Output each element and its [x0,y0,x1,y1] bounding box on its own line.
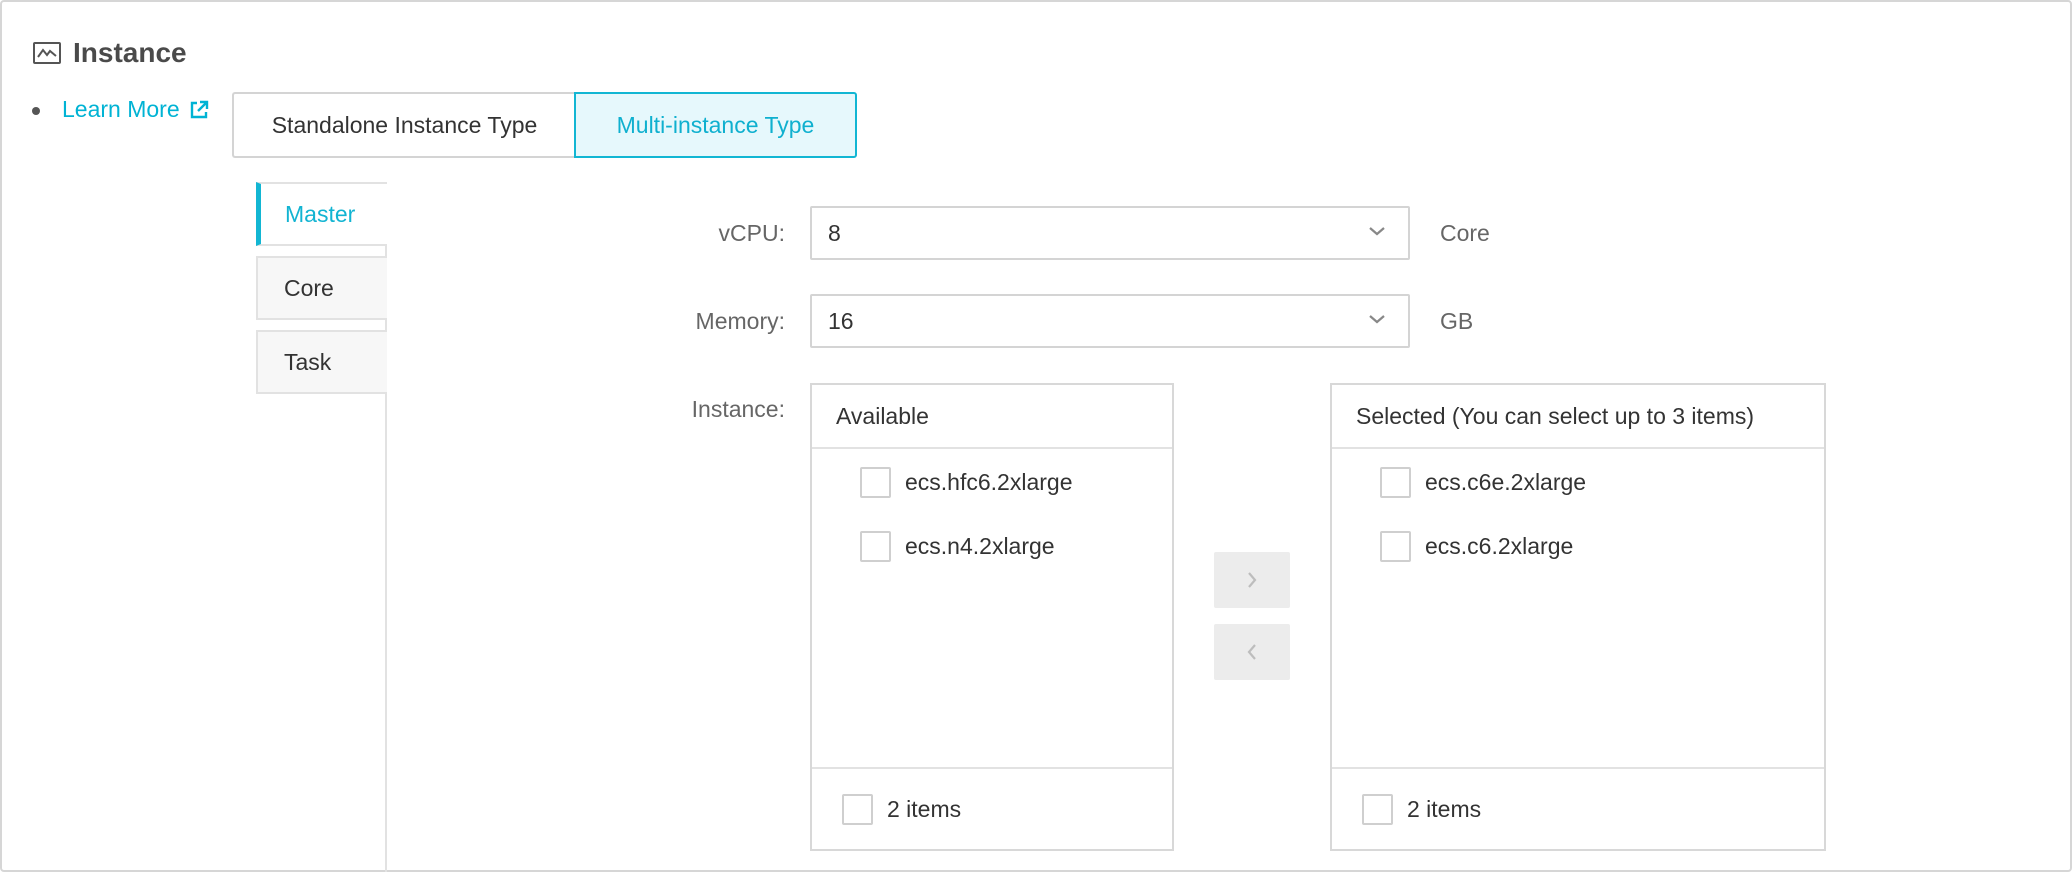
available-list-panel: Available ecs.hfc6.2xlarge ecs.n4.2xlarg… [810,383,1174,851]
tab-task[interactable]: Task [256,330,387,394]
available-list-footer: 2 items [812,767,1172,849]
memory-unit: GB [1440,308,1474,334]
selected-list-panel: Selected (You can select up to 3 items) … [1330,383,1826,851]
item-checkbox[interactable] [860,466,891,498]
vcpu-label: vCPU: [718,220,785,246]
bullet-dot [32,107,40,115]
external-link-icon [190,100,208,118]
memory-select[interactable]: 16 [810,294,1410,348]
learn-more-link[interactable]: Learn More [62,96,210,123]
monitor-chart-icon [33,42,61,64]
tab-core[interactable]: Core [256,256,387,320]
available-count: 2 items [887,795,962,822]
available-item-n4[interactable]: ecs.n4.2xlarge [860,529,1055,563]
instance-label: Instance: [691,396,785,422]
select-all-checkbox[interactable] [842,793,873,825]
item-checkbox[interactable] [860,530,891,562]
available-item-hfc6[interactable]: ecs.hfc6.2xlarge [860,465,1072,499]
item-checkbox[interactable] [1380,466,1411,498]
vcpu-value: 8 [828,219,841,246]
tab-master[interactable]: Master [256,182,387,246]
learn-more-label: Learn More [62,96,180,122]
select-all-checkbox[interactable] [1362,793,1393,825]
item-checkbox[interactable] [1380,530,1411,562]
chevron-left-icon [1247,644,1256,660]
vcpu-unit: Core [1440,220,1490,246]
section-title: Instance [73,37,187,68]
item-label: ecs.c6e.2xlarge [1425,468,1587,495]
available-list-title: Available [812,385,1172,449]
selected-item-c6[interactable]: ecs.c6.2xlarge [1380,529,1573,563]
memory-label: Memory: [695,308,785,334]
multi-instance-type-option[interactable]: Multi-instance Type [574,92,857,158]
section-header: Instance [33,36,187,70]
item-label: ecs.c6.2xlarge [1425,532,1574,559]
chevron-down-icon [1369,227,1385,236]
item-label: ecs.n4.2xlarge [905,532,1055,559]
chevron-down-icon [1369,315,1385,324]
chevron-right-icon [1248,572,1257,588]
selected-count: 2 items [1407,795,1482,822]
move-to-selected-button[interactable] [1214,552,1290,608]
selected-list-footer: 2 items [1332,767,1824,849]
selected-list-title: Selected (You can select up to 3 items) [1332,385,1824,449]
standalone-instance-type-option[interactable]: Standalone Instance Type [232,92,575,158]
vcpu-select[interactable]: 8 [810,206,1410,260]
item-label: ecs.hfc6.2xlarge [905,468,1073,495]
move-to-available-button[interactable] [1214,624,1290,680]
memory-value: 16 [828,307,854,334]
selected-item-c6e[interactable]: ecs.c6e.2xlarge [1380,465,1586,499]
